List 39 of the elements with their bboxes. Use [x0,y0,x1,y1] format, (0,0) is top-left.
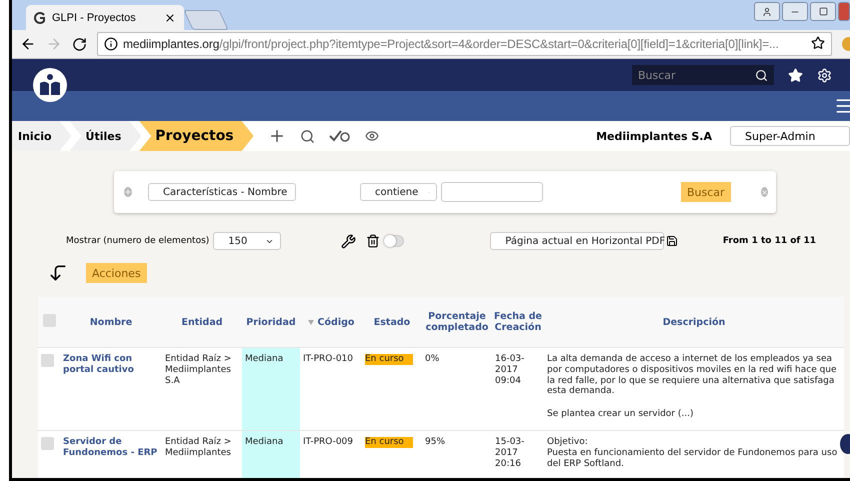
table-cell: 16-03-2017 09:04 [495,354,524,386]
breadcrumb-item[interactable]: Inicio [12,121,72,151]
priority-cell: Mediana [242,348,300,430]
priority-cell: Mediana [242,430,300,478]
column-header[interactable]: Descripción [662,316,726,328]
table-cell: IT-PRO-010 [303,354,354,364]
export-select[interactable]: Página actual en Horizontal PDF [490,232,664,250]
table-cell: Entidad Raíz > Mediimplantes [165,436,232,458]
breadcrumb-item[interactable]: Proyectos [139,121,254,151]
status-badge: En curso [365,436,413,448]
search-field[interactable]: Buscar [632,65,774,85]
table-cell: 0% [425,354,440,364]
column-header[interactable]: Estado [374,316,410,328]
profile-select[interactable]: Super-Admin [730,126,850,146]
entity-name: Mediimplantes S.A [596,130,712,142]
actions-button[interactable]: Acciones [86,263,147,283]
description-text: Objetivo: Puesta en funcionamiento del servidor de Fundonemos para uso del ERP Softland. [547,436,838,470]
description-text: La alta demanda de acceso a internet de los empleados ya sea por computadores o dispositivos moviles en la red wifi hace que la red falle, por lo que se requiere una alternativa que satisfaga esta demanda. [547,354,838,398]
table-cell: 15-03-2017 20:16 [495,436,524,469]
table-cell: Entidad Raíz > Mediimplantes S.A [165,354,232,386]
page-size-select[interactable]: 150 [213,232,282,250]
column-header[interactable]: Entidad [181,316,223,328]
operator-select[interactable]: contiene [360,183,437,201]
browser-tab[interactable]: GLPI - Proyectos [26,5,184,30]
address-bar[interactable]: mediimplantes.org/glpi/front/project.php?itemtype=Project&sort=4&order=DESC&start=0&criteria[0][field]=1&criteria[0][link]=... [97,32,832,56]
table-cell: IT-PRO-009 [303,436,354,447]
table-cell: 95% [425,436,446,447]
field-select[interactable]: Características - Nombre [148,183,296,201]
description-text: Se plantea crear un servidor (...) [547,409,694,420]
show-label: Mostrar (numero de elementos) [66,236,210,246]
project-link[interactable]: Zona Wifi con portal cautivo [63,354,159,376]
search-button[interactable]: Buscar [681,182,731,202]
breadcrumb-item[interactable]: Útiles [70,121,142,151]
project-link[interactable]: Servidor de Fundonemos - ERP [63,436,159,459]
column-header[interactable]: Prioridad [246,316,296,328]
column-header[interactable]: Nombre [90,316,132,328]
pager-text: From 1 to 11 of 11 [722,236,816,246]
column-header[interactable]: Código [318,316,354,328]
status-badge: En curso [365,354,413,365]
